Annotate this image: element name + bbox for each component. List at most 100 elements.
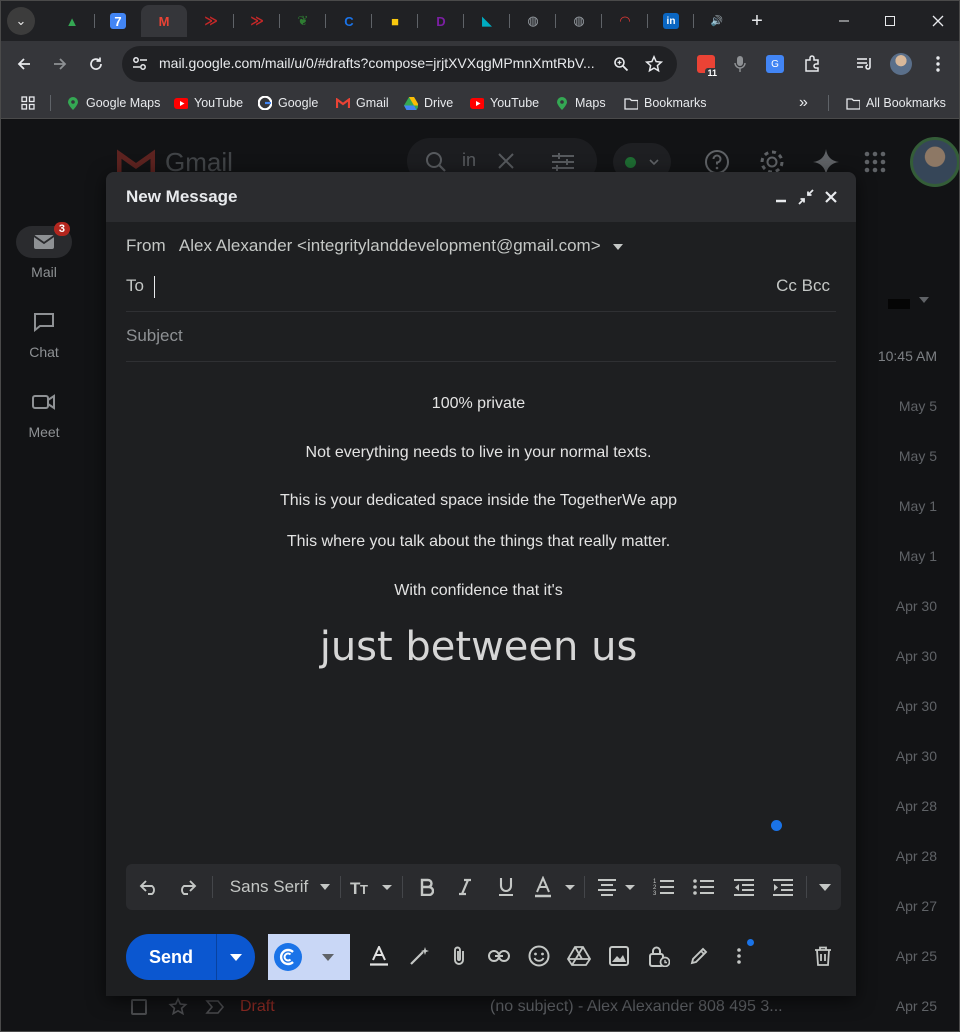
- mail-row-date: Apr 27: [895, 898, 937, 914]
- more-formatting-icon[interactable]: [816, 876, 834, 898]
- exit-fullscreen-button[interactable]: [796, 187, 816, 207]
- browser-tab[interactable]: ■: [372, 5, 418, 37]
- browser-tab[interactable]: ◠: [602, 5, 648, 37]
- extension-button[interactable]: [268, 934, 350, 980]
- discard-draft-button[interactable]: [810, 943, 836, 969]
- calendar-extension-icon[interactable]: 11: [695, 53, 719, 78]
- extensions-puzzle-icon[interactable]: [801, 53, 823, 75]
- align-button[interactable]: [596, 876, 638, 898]
- important-marker-icon[interactable]: [205, 999, 225, 1015]
- bookmark-label: Drive: [424, 96, 454, 110]
- close-window-button[interactable]: [915, 1, 959, 41]
- browser-tab[interactable]: ◍: [510, 5, 556, 37]
- rail-meet[interactable]: Meet: [1, 386, 87, 440]
- browser-tab[interactable]: ▲: [49, 5, 95, 37]
- bookmark-item[interactable]: Drive: [404, 94, 453, 112]
- bookmark-item[interactable]: YouTube: [174, 94, 243, 112]
- bookmark-item[interactable]: Maps: [555, 94, 606, 112]
- rail-chat[interactable]: Chat: [1, 306, 87, 360]
- bullet-list-icon[interactable]: [692, 876, 716, 898]
- search-options-icon[interactable]: [551, 152, 575, 172]
- send-button[interactable]: Send: [126, 934, 216, 980]
- reload-button[interactable]: [83, 51, 109, 77]
- google-apps-icon[interactable]: [864, 151, 886, 173]
- attach-file-icon[interactable]: [446, 943, 472, 969]
- more-bookmarks-button[interactable]: »: [799, 94, 808, 112]
- notification-dot-icon: [747, 939, 754, 946]
- schedule-send-button[interactable]: [217, 934, 255, 980]
- all-bookmarks-button[interactable]: All Bookmarks: [846, 94, 946, 112]
- more-options-icon[interactable]: [726, 939, 754, 969]
- star-icon[interactable]: [168, 997, 188, 1015]
- browser-tab[interactable]: ◣: [464, 5, 510, 37]
- from-row[interactable]: From Alex Alexander <integritylanddevelo…: [126, 236, 624, 256]
- browser-tab[interactable]: ❦: [280, 5, 326, 37]
- redo-icon[interactable]: [174, 876, 200, 898]
- bookmark-item[interactable]: YouTube: [470, 94, 539, 112]
- subject-input[interactable]: Subject: [126, 326, 183, 346]
- minimize-compose-button[interactable]: [771, 187, 791, 207]
- cc-bcc-button[interactable]: Cc Bcc: [776, 276, 830, 296]
- compose-header[interactable]: New Message: [106, 172, 856, 222]
- magic-wand-icon[interactable]: [406, 943, 432, 969]
- new-tab-button[interactable]: +: [745, 9, 769, 33]
- undo-icon[interactable]: [136, 876, 162, 898]
- signature-pen-icon[interactable]: [686, 943, 712, 969]
- microphone-icon[interactable]: [729, 53, 751, 75]
- browser-tab[interactable]: in: [648, 5, 694, 37]
- browser-tab[interactable]: 7: [95, 5, 141, 37]
- minimize-window-button[interactable]: [821, 1, 867, 41]
- numbered-list-icon[interactable]: 123: [652, 876, 676, 898]
- emoji-icon[interactable]: [526, 943, 552, 969]
- text-color-button[interactable]: [534, 876, 578, 898]
- translate-extension-icon[interactable]: G: [764, 53, 786, 75]
- browser-tab[interactable]: C: [326, 5, 372, 37]
- tab-search-button[interactable]: ⌄: [7, 7, 35, 35]
- browser-tab[interactable]: ◍: [556, 5, 602, 37]
- clear-search-icon[interactable]: [497, 152, 515, 170]
- indent-less-icon[interactable]: [732, 876, 756, 898]
- bookmark-item[interactable]: Bookmarks: [624, 94, 707, 112]
- bookmark-item[interactable]: Google: [258, 94, 318, 112]
- italic-icon[interactable]: [454, 876, 476, 898]
- bookmark-item[interactable]: Google Maps: [66, 94, 160, 112]
- close-compose-button[interactable]: [821, 187, 841, 207]
- from-dropdown-icon[interactable]: [613, 243, 624, 250]
- bookmark-separator: [50, 95, 51, 111]
- browser-tab[interactable]: 🔊: [694, 5, 740, 37]
- forward-button[interactable]: [47, 51, 73, 77]
- select-checkbox[interactable]: [888, 299, 910, 309]
- apps-grid-icon[interactable]: [21, 94, 35, 112]
- browser-tab[interactable]: ≫: [234, 5, 280, 37]
- row-checkbox[interactable]: [131, 999, 147, 1015]
- browser-tab[interactable]: M: [141, 5, 187, 37]
- to-label: To: [126, 276, 144, 295]
- minimize-icon: [776, 199, 786, 203]
- formatting-options-icon[interactable]: [366, 943, 392, 969]
- insert-link-icon[interactable]: [486, 943, 512, 969]
- maximize-window-button[interactable]: [867, 1, 913, 41]
- media-control-icon[interactable]: [854, 53, 876, 75]
- rail-mail[interactable]: 3 Mail: [1, 222, 87, 280]
- zoom-icon[interactable]: [613, 56, 629, 72]
- underline-icon[interactable]: [495, 876, 517, 898]
- profile-avatar[interactable]: [890, 53, 912, 75]
- select-dropdown-icon[interactable]: [919, 297, 929, 304]
- font-family-select[interactable]: Sans Serif: [222, 876, 338, 898]
- insert-photo-icon[interactable]: [606, 943, 632, 969]
- back-button[interactable]: [11, 51, 37, 77]
- indent-more-icon[interactable]: [771, 876, 795, 898]
- star-icon[interactable]: [645, 55, 663, 73]
- account-avatar[interactable]: [910, 137, 959, 187]
- address-bar[interactable]: mail.google.com/mail/u/0/#drafts?compose…: [122, 46, 677, 82]
- browser-menu-icon[interactable]: [927, 53, 949, 75]
- bookmark-item[interactable]: Gmail: [336, 94, 389, 112]
- google-drive-icon[interactable]: [566, 943, 592, 969]
- confidential-mode-icon[interactable]: [646, 943, 672, 969]
- font-size-select[interactable]: TT: [348, 876, 396, 898]
- browser-tab[interactable]: ≫: [188, 5, 234, 37]
- bold-icon[interactable]: [416, 876, 438, 898]
- arrow-left-icon: [17, 58, 30, 70]
- to-input[interactable]: [154, 276, 155, 298]
- browser-tab[interactable]: D: [418, 5, 464, 37]
